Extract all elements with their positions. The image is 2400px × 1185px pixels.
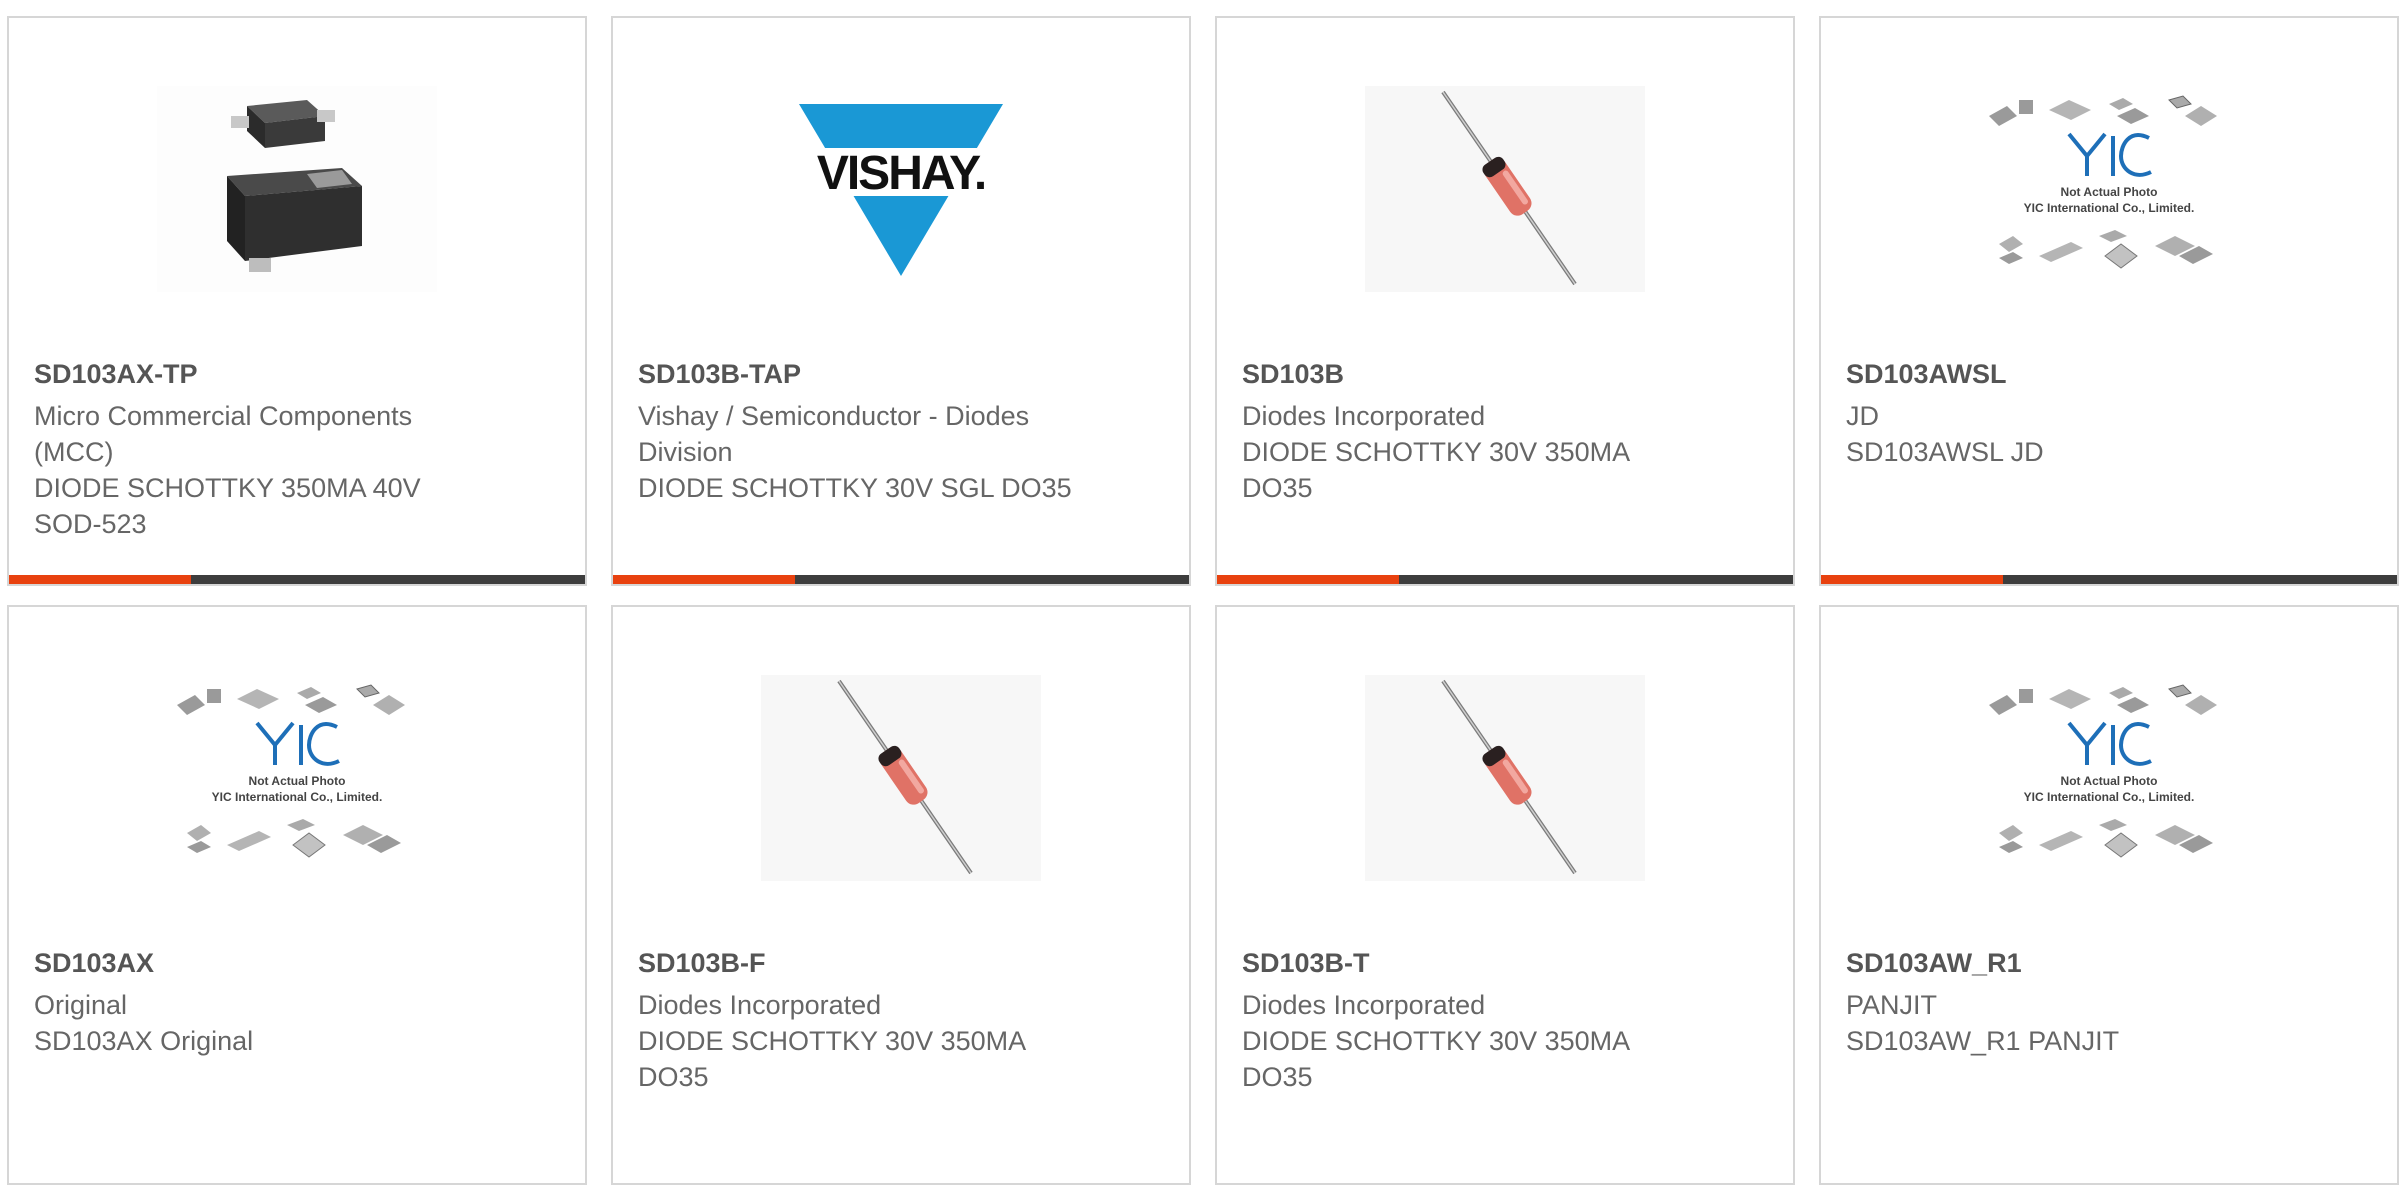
- sod523-package-icon: [157, 86, 437, 292]
- product-image[interactable]: Not Actual Photo YIC International Co., …: [1969, 675, 2249, 881]
- part-number[interactable]: SD103B-TAP: [638, 358, 1164, 390]
- part-number[interactable]: SD103B-T: [1242, 947, 1768, 979]
- yic-placeholder-icon: Not Actual Photo YIC International Co., …: [1969, 675, 2249, 881]
- placeholder-line2: YIC International Co., Limited.: [2024, 790, 2195, 804]
- yic-placeholder-icon: Not Actual Photo YIC International Co., …: [1969, 86, 2249, 292]
- product-card[interactable]: SD103B-F Diodes Incorporated DIODE SCHOT…: [611, 605, 1191, 1185]
- placeholder-line2: YIC International Co., Limited.: [2024, 201, 2195, 215]
- product-card[interactable]: Not Actual Photo YIC International Co., …: [7, 605, 587, 1185]
- manufacturer: Diodes Incorporated: [1242, 990, 1486, 1020]
- part-number[interactable]: SD103AW_R1: [1846, 947, 2372, 979]
- placeholder-line2: YIC International Co., Limited.: [212, 790, 383, 804]
- description: DIODE SCHOTTKY 30V 350MA DO35: [1242, 437, 1629, 503]
- product-card[interactable]: SD103AX-TP Micro Commercial Components (…: [7, 16, 587, 586]
- part-number[interactable]: SD103AWSL: [1846, 358, 2372, 390]
- description: DIODE SCHOTTKY 30V 350MA DO35: [1242, 1026, 1629, 1092]
- card-bottom-bar: [1821, 575, 2397, 584]
- part-number[interactable]: SD103AX: [34, 947, 560, 979]
- manufacturer: Vishay / Semiconductor - Diodes Division: [638, 401, 1030, 467]
- product-image[interactable]: VISHAY.: [761, 86, 1041, 292]
- product-image[interactable]: [1365, 675, 1645, 881]
- do35-diode-icon: [1365, 675, 1645, 881]
- product-image[interactable]: [1365, 86, 1645, 292]
- placeholder-line1: Not Actual Photo: [2061, 774, 2158, 788]
- description: SD103AX Original: [34, 1026, 254, 1056]
- manufacturer: Diodes Incorporated: [1242, 401, 1486, 431]
- yic-placeholder-icon: Not Actual Photo YIC International Co., …: [157, 675, 437, 881]
- card-accent: [1217, 575, 1399, 584]
- do35-diode-icon: [761, 675, 1041, 881]
- product-image[interactable]: [157, 86, 437, 292]
- product-grid: SD103AX-TP Micro Commercial Components (…: [0, 0, 2400, 1185]
- placeholder-line1: Not Actual Photo: [249, 774, 346, 788]
- vishay-logo-text: VISHAY.: [817, 147, 985, 200]
- part-number[interactable]: SD103AX-TP: [34, 358, 560, 390]
- product-card[interactable]: VISHAY. SD103B-TAP Vishay / Semiconducto…: [611, 16, 1191, 586]
- product-card[interactable]: SD103B Diodes Incorporated DIODE SCHOTTK…: [1215, 16, 1795, 586]
- manufacturer: PANJIT: [1846, 990, 1938, 1020]
- do35-diode-icon: [1365, 86, 1645, 292]
- card-bottom-bar: [9, 575, 585, 584]
- description: SD103AWSL JD: [1846, 437, 2044, 467]
- description: DIODE SCHOTTKY 30V SGL DO35: [638, 473, 1072, 503]
- product-card[interactable]: Not Actual Photo YIC International Co., …: [1819, 605, 2399, 1185]
- manufacturer: Micro Commercial Components (MCC): [34, 401, 413, 467]
- card-accent: [613, 575, 795, 584]
- part-number[interactable]: SD103B-F: [638, 947, 1164, 979]
- manufacturer: Diodes Incorporated: [638, 990, 882, 1020]
- manufacturer: JD: [1846, 401, 1879, 431]
- description: DIODE SCHOTTKY 30V 350MA DO35: [638, 1026, 1025, 1092]
- card-bottom-bar: [1217, 575, 1793, 584]
- card-accent: [1821, 575, 2003, 584]
- placeholder-line1: Not Actual Photo: [2061, 185, 2158, 199]
- product-image[interactable]: [761, 675, 1041, 881]
- vishay-logo-icon: VISHAY.: [761, 86, 1041, 292]
- description: DIODE SCHOTTKY 350MA 40V SOD-523: [34, 473, 421, 539]
- description: SD103AW_R1 PANJIT: [1846, 1026, 2120, 1056]
- card-bottom-bar: [613, 575, 1189, 584]
- part-number[interactable]: SD103B: [1242, 358, 1768, 390]
- product-image[interactable]: Not Actual Photo YIC International Co., …: [1969, 86, 2249, 292]
- product-card[interactable]: SD103B-T Diodes Incorporated DIODE SCHOT…: [1215, 605, 1795, 1185]
- product-image[interactable]: Not Actual Photo YIC International Co., …: [157, 675, 437, 881]
- card-accent: [9, 575, 191, 584]
- product-card[interactable]: Not Actual Photo YIC International Co., …: [1819, 16, 2399, 586]
- manufacturer: Original: [34, 990, 128, 1020]
